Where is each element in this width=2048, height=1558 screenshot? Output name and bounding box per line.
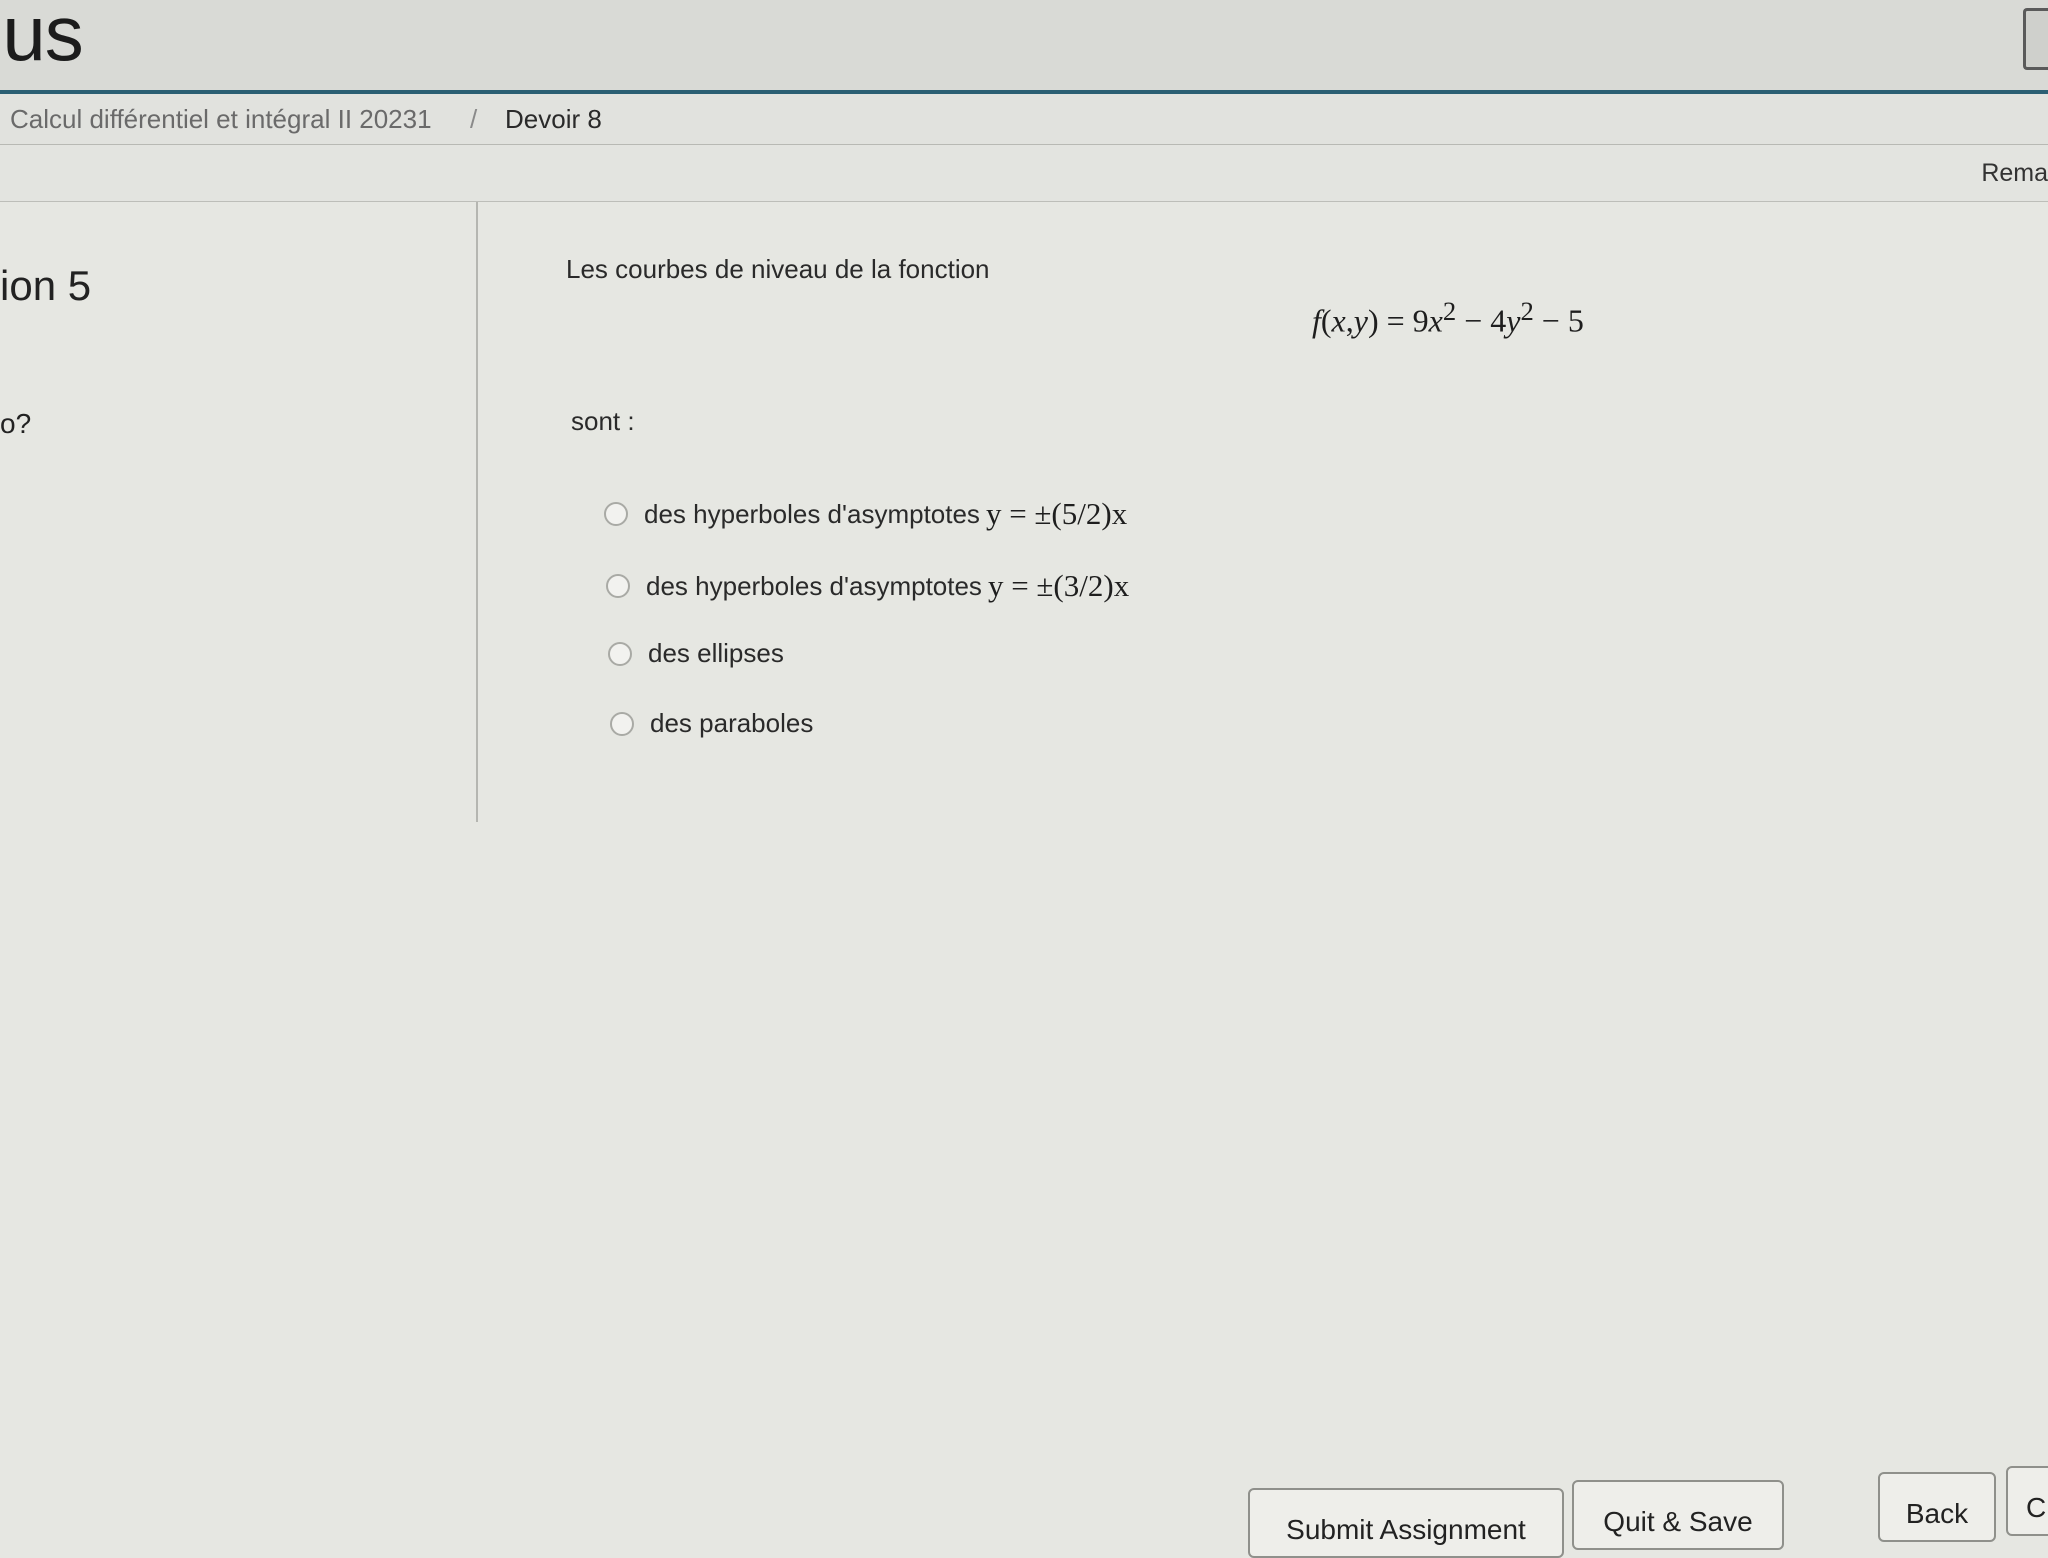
choice-label: des hyperboles d'asymptotes bbox=[644, 498, 980, 529]
choice-math: y = ±(3/2)x bbox=[987, 568, 1130, 603]
radio-button[interactable] bbox=[610, 711, 634, 736]
radio-button[interactable] bbox=[606, 574, 630, 598]
choice-hyperbolas-5-2[interactable]: des hyperboles d'asymptotes y = ±(5/2)x bbox=[604, 496, 1127, 532]
submit-assignment-button[interactable]: Submit Assignment bbox=[1248, 1488, 1564, 1558]
back-button[interactable]: Back bbox=[1878, 1472, 1996, 1542]
question-number-label: ion 5 bbox=[0, 262, 92, 309]
next-label: C bbox=[2026, 1492, 2047, 1523]
choice-parabolas[interactable]: des paraboles bbox=[610, 708, 813, 739]
choice-label: des hyperboles d'asymptotes bbox=[646, 570, 982, 601]
choice-label: des paraboles bbox=[650, 708, 814, 738]
choice-math: y = ±(5/2)x bbox=[985, 496, 1128, 531]
question-sidebar: ion 5 o? bbox=[0, 202, 478, 822]
app-logo: ius bbox=[0, 0, 84, 77]
remaining-label: Rema bbox=[1981, 159, 2048, 187]
choice-ellipses[interactable]: des ellipses bbox=[608, 638, 784, 669]
choice-hyperbolas-3-2[interactable]: des hyperboles d'asymptotes y = ±(3/2)x bbox=[606, 568, 1129, 604]
breadcrumb-separator: / bbox=[470, 104, 478, 134]
quit-save-label: Quit & Save bbox=[1603, 1506, 1753, 1537]
submit-assignment-label: Submit Assignment bbox=[1286, 1514, 1526, 1545]
sidebar-help-text: o? bbox=[0, 408, 32, 439]
quit-save-button[interactable]: Quit & Save bbox=[1572, 1480, 1784, 1550]
radio-button[interactable] bbox=[608, 641, 632, 666]
choice-label: des ellipses bbox=[648, 638, 784, 668]
app-header: ius bbox=[0, 0, 2048, 94]
menu-icon[interactable] bbox=[2023, 8, 2048, 70]
breadcrumb-course-link[interactable]: Calcul différentiel et intégral II 20231 bbox=[10, 104, 432, 135]
back-label: Back bbox=[1905, 1498, 1969, 1529]
radio-button[interactable] bbox=[604, 502, 628, 526]
status-bar: Rema bbox=[0, 145, 2048, 202]
question-prompt: Les courbes de niveau de la fonction bbox=[566, 254, 990, 284]
question-suffix: sont : bbox=[571, 406, 635, 436]
question-formula: f(x,y) = 9x2 − 4y2 − 5 bbox=[1312, 296, 1584, 339]
breadcrumb-current-assignment: Devoir 8 bbox=[505, 104, 602, 134]
next-button[interactable]: C bbox=[2006, 1466, 2048, 1536]
breadcrumb: Calcul différentiel et intégral II 20231… bbox=[0, 94, 2048, 145]
